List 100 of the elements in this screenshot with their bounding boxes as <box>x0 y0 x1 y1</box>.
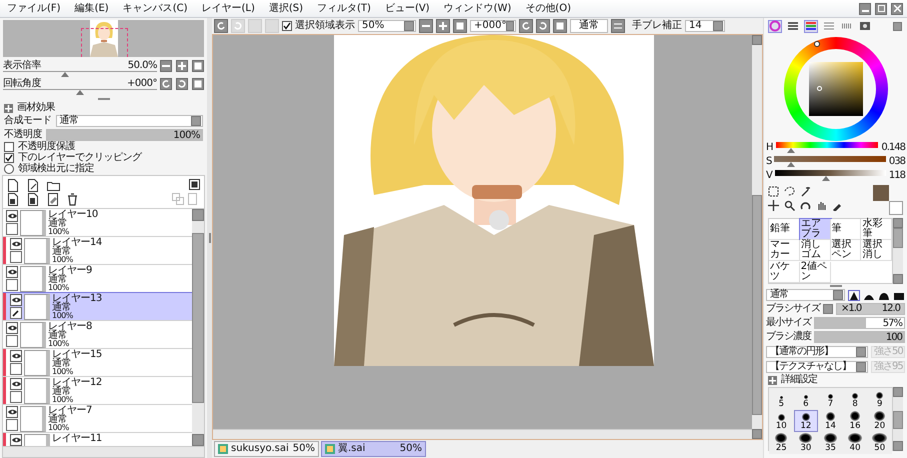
brush-mode-select[interactable]: 通常 <box>766 289 845 301</box>
layer-row[interactable]: レイヤー15 通常 100% <box>3 349 192 378</box>
strength-label: 強さ <box>874 360 892 372</box>
tool-button[interactable]: 水彩筆 <box>861 219 892 240</box>
tool-button[interactable]: 選択ペン <box>830 240 862 262</box>
brush-size-preset[interactable]: 5 <box>769 388 794 410</box>
zoom-value: 50.0% <box>128 60 157 71</box>
brush-size-preset[interactable]: 35 <box>818 432 843 454</box>
density-label: ブラシ濃度 <box>766 331 811 343</box>
layer-row[interactable]: レイヤー14 通常 100% <box>3 237 192 266</box>
document-name: 翼.sai <box>338 443 366 455</box>
strength-label: 強さ <box>874 346 892 358</box>
multiplier-text: ×1.0 <box>841 303 862 315</box>
strength-value: 50 <box>892 346 903 358</box>
option-label: 下のレイヤーでクリッピング <box>18 152 142 163</box>
tool-button[interactable]: エアブラ <box>800 219 830 240</box>
min-size-slider[interactable]: 57% <box>814 317 905 329</box>
menu-item[interactable]: ファイル(F) <box>0 0 68 17</box>
brush-size-preset[interactable]: 14 <box>818 410 843 432</box>
menu-item[interactable]: その他(O) <box>518 0 578 17</box>
strength-value: 95 <box>892 360 903 372</box>
brush-size-preset[interactable]: 10 <box>769 410 794 432</box>
rotation-value: +000° <box>127 78 157 89</box>
section-header: 画材効果 <box>17 102 55 114</box>
opacity-text: 100% <box>48 340 70 348</box>
menu-item[interactable]: ビュー(V) <box>378 0 437 17</box>
tool-button[interactable]: 選択消し <box>861 240 892 262</box>
menu-item[interactable]: フィルタ(T) <box>310 0 378 17</box>
brush-size-preset[interactable]: 7 <box>818 388 843 410</box>
blend-mode-button[interactable]: 通常 <box>570 19 608 33</box>
opacity-text: 100% <box>52 368 74 376</box>
zoom-text: 50% <box>400 443 422 455</box>
menu-item[interactable]: レイヤー(L) <box>194 0 262 17</box>
menu-item[interactable]: 選択(S) <box>262 0 310 17</box>
channel-label: S <box>766 156 772 168</box>
tool-button[interactable]: 筆 <box>830 219 862 240</box>
tool-button[interactable]: バケツ <box>769 262 800 283</box>
stabilizer-select[interactable]: 14 <box>685 20 725 32</box>
blend-mode-text: 通常 <box>52 247 71 256</box>
zoom-text: 50% <box>292 443 315 455</box>
layer-row[interactable]: レイヤー10 通常 100% <box>3 209 192 238</box>
channel-label: V <box>766 170 772 182</box>
layer-row[interactable]: レイヤー7 通常 100% <box>3 405 192 434</box>
min-size-label: 最小サイズ <box>766 317 811 329</box>
tool-button[interactable]: 消しゴム <box>800 240 830 262</box>
document-name: sukusyo.sai <box>231 443 290 455</box>
document-tab[interactable]: sukusyo.sai 50% <box>214 441 319 457</box>
blend-mode-text: 通常 <box>52 359 71 368</box>
blend-mode-text: 通常 <box>48 219 67 228</box>
brush-size-label: ブラシサイズ <box>766 303 820 315</box>
tool-button[interactable]: 2値ペン <box>800 262 830 283</box>
brush-size-field[interactable]: ×1.0 12.0 <box>836 303 905 315</box>
option-label: 領域検出元に指定 <box>18 162 94 174</box>
opacity-label: 不透明度 <box>4 128 42 140</box>
brush-size-preset[interactable]: 25 <box>769 432 794 454</box>
brush-size-preset[interactable]: 30 <box>794 432 818 454</box>
tool-button[interactable]: マーカー <box>769 240 800 262</box>
channel-label: H <box>766 142 773 154</box>
menu-item[interactable]: キャンバス(C) <box>116 0 194 17</box>
opacity-text: 100% <box>48 228 70 236</box>
rotation-select[interactable]: +000° <box>470 20 516 32</box>
opacity-text: 100% <box>48 424 70 432</box>
brush-size-preset[interactable]: 6 <box>794 388 818 410</box>
layer-row[interactable]: レイヤー8 通常 100% <box>3 321 192 350</box>
opacity-text: 100% <box>52 256 74 264</box>
blend-mode-label: 合成モード <box>4 115 52 127</box>
blend-mode-select[interactable]: 通常 <box>56 115 203 127</box>
menu-item[interactable]: ウィンドウ(W) <box>436 0 518 17</box>
channel-value: 118 <box>888 170 905 182</box>
brush-size-preset[interactable]: 20 <box>867 410 892 432</box>
layer-row[interactable]: レイヤー12 通常 100% <box>3 377 192 406</box>
brush-size-preset[interactable]: 8 <box>842 388 868 410</box>
brush-size-preset[interactable]: 50 <box>867 432 892 454</box>
opacity-text: 100% <box>52 312 74 320</box>
brush-size-preset[interactable]: 12 <box>794 410 818 432</box>
channel-value: 0.148 <box>881 142 905 154</box>
document-tab[interactable]: 翼.sai 50% <box>321 441 426 457</box>
layer-row[interactable]: レイヤー13 通常 100% <box>3 293 192 322</box>
channel-value: 038 <box>888 156 905 168</box>
blend-mode-text: 通常 <box>52 303 71 312</box>
blend-mode-text: 通常 <box>48 331 67 340</box>
blend-mode-text: 通常 <box>52 387 71 396</box>
blend-mode-text: 通常 <box>48 275 67 284</box>
brush-size-preset[interactable]: 40 <box>842 432 868 454</box>
brush-size-preset[interactable]: 16 <box>842 410 868 432</box>
opacity-text: 100% <box>48 284 70 292</box>
zoom-select[interactable]: 50% <box>358 20 416 32</box>
brush-size-preset[interactable]: 9 <box>867 388 892 410</box>
blend-mode-text: 通常 <box>48 415 67 424</box>
opacity-slider[interactable]: 100% <box>46 128 203 140</box>
rotation-label: 回転角度 <box>3 78 41 89</box>
option-label: 不透明度保護 <box>18 140 75 152</box>
stabilizer-label: 手ブレ補正 <box>632 20 682 32</box>
size-value: 12.0 <box>882 303 900 315</box>
menu-item[interactable]: 編集(E) <box>68 0 116 17</box>
section-header: 詳細設定 <box>781 374 817 386</box>
opacity-text: 100% <box>52 396 74 404</box>
density-slider[interactable]: 100 <box>814 331 905 343</box>
checkbox-label: 選択領域表示 <box>295 20 355 32</box>
zoom-label: 表示倍率 <box>3 60 41 71</box>
